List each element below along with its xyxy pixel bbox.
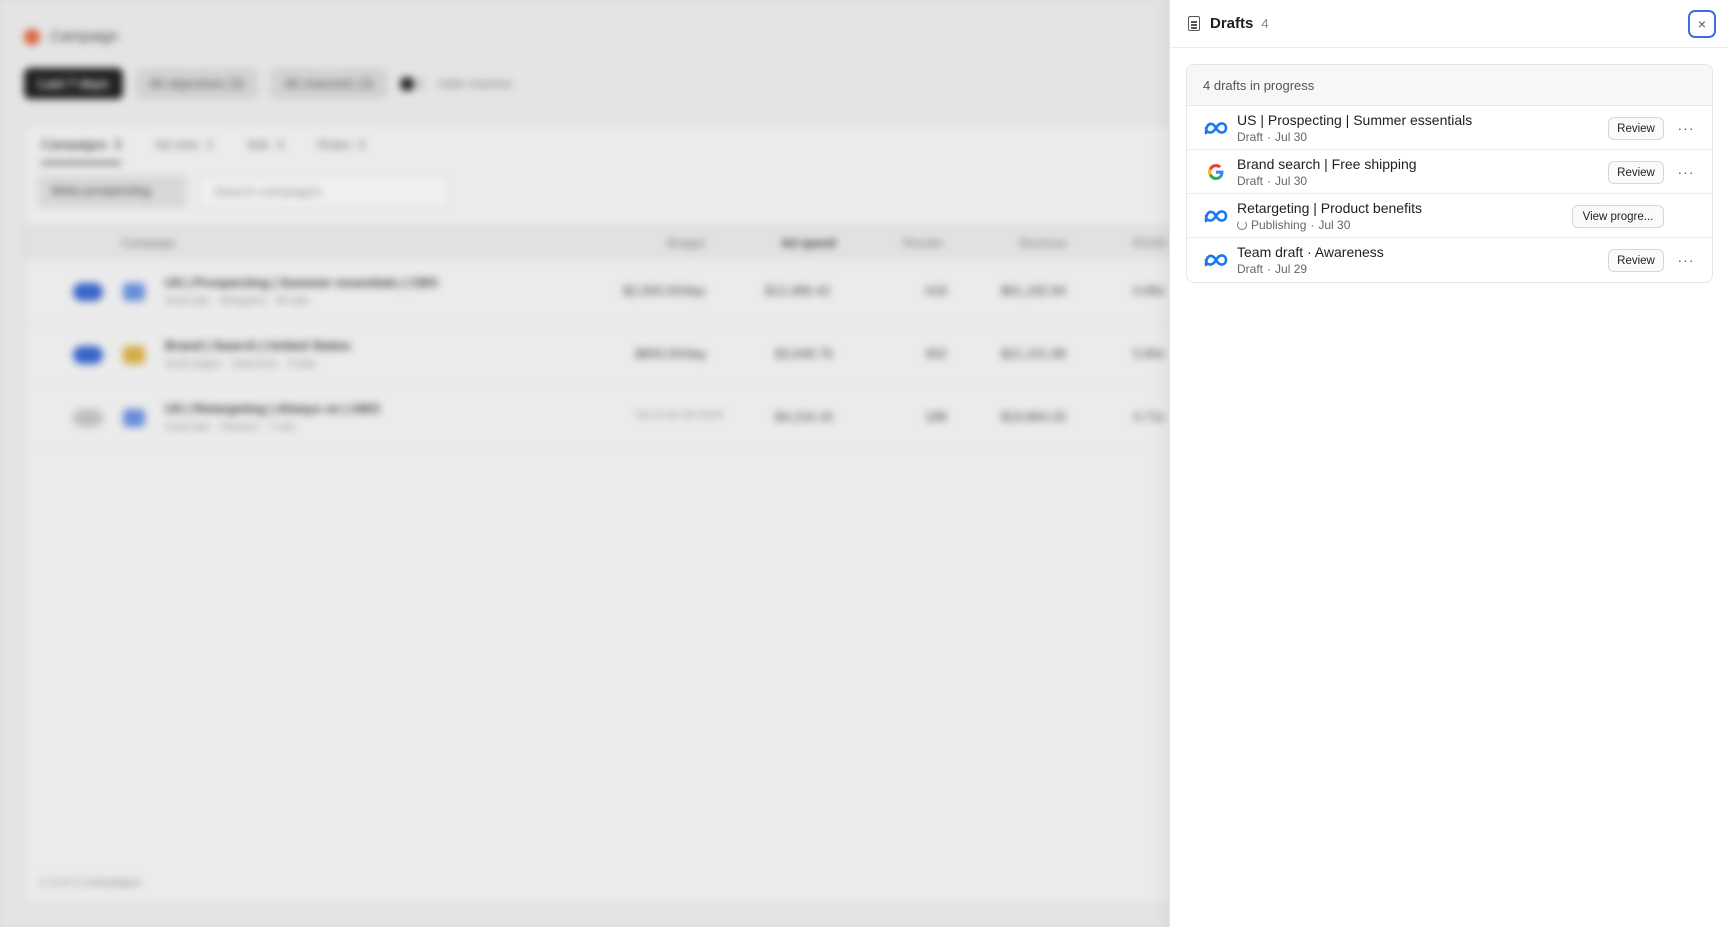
drafts-panel: Drafts 4 × 4 drafts in progress US | Pro…: [1169, 0, 1728, 927]
google-icon: [1203, 162, 1229, 182]
document-icon: [1188, 16, 1200, 31]
draft-meta: Draft · Jul 30: [1237, 130, 1307, 144]
draft-date: Jul 29: [1275, 262, 1308, 276]
meta-separator: ·: [1310, 218, 1315, 232]
draft-title: Retargeting | Product benefits: [1237, 200, 1422, 216]
close-button[interactable]: ×: [1688, 10, 1716, 38]
meta-icon: [1203, 250, 1229, 270]
drafts-summary: 4 drafts in progress: [1187, 65, 1712, 106]
draft-meta: Publishing · Jul 30: [1237, 218, 1350, 232]
draft-status: Publishing: [1251, 218, 1307, 232]
meta-separator: ·: [1267, 174, 1272, 188]
drafts-count: 4: [1261, 16, 1269, 31]
draft-row: Team draft · Awareness Draft · Jul 29 Re…: [1187, 238, 1712, 282]
draft-meta: Draft · Jul 30: [1237, 174, 1307, 188]
drafts-title: Drafts: [1210, 15, 1254, 32]
meta-separator: ·: [1267, 262, 1272, 276]
review-button[interactable]: Review: [1608, 117, 1664, 140]
draft-row: US | Prospecting | Summer essentials Dra…: [1187, 106, 1712, 150]
draft-status: Draft: [1237, 262, 1264, 276]
draft-title: US | Prospecting | Summer essentials: [1237, 112, 1473, 128]
more-options-icon[interactable]: ···: [1676, 118, 1696, 138]
draft-date: Jul 30: [1318, 218, 1351, 232]
draft-title: Brand search | Free shipping: [1237, 156, 1417, 172]
draft-title: Team draft · Awareness: [1237, 244, 1384, 260]
draft-date: Jul 30: [1275, 130, 1308, 144]
draft-meta: Draft · Jul 29: [1237, 262, 1307, 276]
review-button[interactable]: Review: [1608, 161, 1664, 184]
drafts-panel-header: Drafts 4 ×: [1170, 0, 1728, 48]
draft-row: Brand search | Free shipping Draft · Jul…: [1187, 150, 1712, 194]
meta-icon: [1203, 118, 1229, 138]
loading-spinner-icon: [1237, 220, 1247, 230]
meta-icon: [1203, 206, 1229, 226]
review-button[interactable]: Review: [1608, 249, 1664, 272]
view-progress-button[interactable]: View progre...: [1572, 205, 1664, 228]
draft-date: Jul 30: [1275, 174, 1308, 188]
draft-status: Draft: [1237, 174, 1264, 188]
drafts-list: 4 drafts in progress US | Prospecting | …: [1186, 64, 1713, 283]
meta-separator: ·: [1267, 130, 1272, 144]
draft-row: Retargeting | Product benefits Publishin…: [1187, 194, 1712, 238]
more-options-icon[interactable]: ···: [1676, 162, 1696, 182]
close-icon: ×: [1697, 16, 1707, 32]
more-options-icon[interactable]: ···: [1676, 250, 1696, 270]
draft-status: Draft: [1237, 130, 1264, 144]
